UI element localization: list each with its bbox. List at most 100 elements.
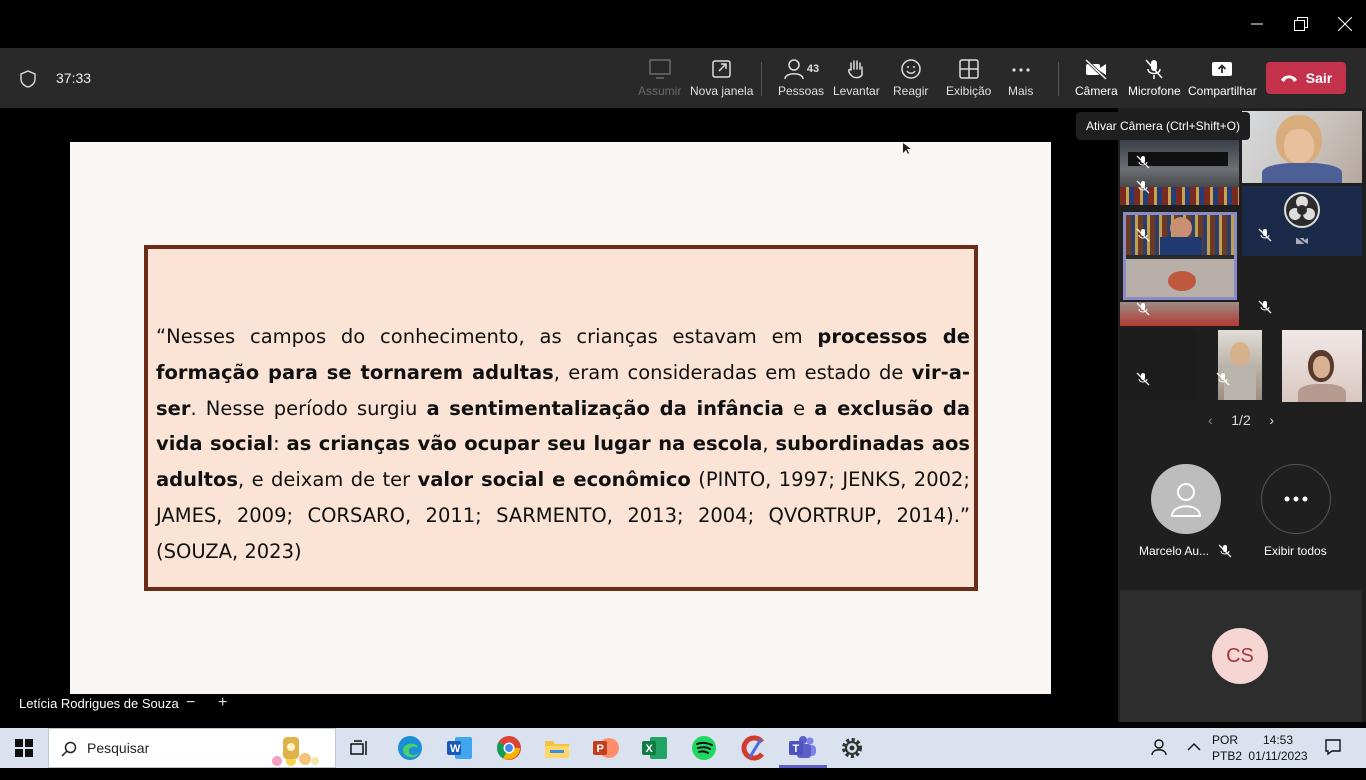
- close-button[interactable]: [1322, 0, 1366, 48]
- react-button[interactable]: Reagir: [893, 58, 928, 102]
- new-window-button[interactable]: Nova janela: [690, 58, 753, 102]
- chevron-up-icon[interactable]: [1186, 740, 1202, 780]
- more-button[interactable]: Mais: [1008, 58, 1033, 102]
- participant-video-tile-active[interactable]: [1123, 212, 1237, 300]
- system-clock[interactable]: 14:53 01/11/2023: [1248, 732, 1308, 772]
- mic-off-icon: [1136, 372, 1150, 386]
- view-label: Exibição: [946, 84, 992, 98]
- participant-tile[interactable]: [1242, 258, 1362, 328]
- teams-icon: T: [789, 735, 816, 758]
- quote-text: ,: [762, 432, 776, 456]
- page-indicator: 1/2: [1231, 412, 1251, 428]
- mic-off-icon: [1216, 372, 1230, 386]
- self-view-tile[interactable]: CS: [1120, 590, 1362, 722]
- ccleaner-app[interactable]: [730, 728, 778, 768]
- powerpoint-app[interactable]: P: [582, 728, 630, 768]
- people-count: 43: [806, 63, 820, 75]
- quote-text: , eram consideradas em estado de: [553, 360, 912, 384]
- people-tray-icon[interactable]: [1150, 738, 1168, 778]
- task-view-button[interactable]: [336, 728, 384, 768]
- camera-off-icon: [1085, 58, 1108, 80]
- start-button[interactable]: [0, 728, 48, 768]
- clock-date: 01/11/2023: [1248, 749, 1308, 763]
- minimize-button[interactable]: [1234, 0, 1280, 48]
- meeting-timer: 37:33: [56, 70, 92, 86]
- zoom-out-button[interactable]: −: [186, 694, 195, 712]
- mic-off-icon: [1258, 228, 1272, 242]
- participant-avatar[interactable]: [1151, 464, 1221, 534]
- keyboard-layout: PTB2: [1212, 749, 1243, 763]
- powerpoint-icon: P: [593, 738, 619, 758]
- next-page-button[interactable]: ›: [1269, 412, 1274, 428]
- raise-hand-label: Levantar: [833, 84, 880, 98]
- participant-video-tile[interactable]: [1242, 111, 1362, 183]
- share-tray-icon: [1212, 62, 1233, 76]
- window-title-bar: [0, 0, 1366, 48]
- leave-button[interactable]: Sair: [1266, 62, 1346, 94]
- take-control-icon: [648, 59, 671, 79]
- participant-tile[interactable]: [1120, 330, 1196, 400]
- raise-hand-icon: [848, 60, 864, 79]
- raise-hand-button[interactable]: Levantar: [833, 58, 880, 102]
- mouse-cursor-icon: [903, 143, 911, 154]
- input-language[interactable]: POR PTB2: [1212, 732, 1242, 772]
- quote-text: :: [273, 432, 287, 456]
- previous-page-button[interactable]: ‹: [1208, 412, 1213, 428]
- camera-button[interactable]: Câmera: [1075, 58, 1118, 102]
- search-icon: [61, 741, 77, 757]
- participant-video-tile[interactable]: [1282, 330, 1362, 402]
- quote-text: e: [783, 396, 815, 420]
- smiley-icon: [900, 59, 921, 79]
- microphone-button[interactable]: Microfone: [1128, 58, 1181, 102]
- show-all-label: Exibir todos: [1264, 544, 1327, 558]
- search-highlight-icon: [272, 737, 319, 766]
- view-button[interactable]: Exibição: [946, 58, 991, 102]
- mic-off-icon: [1136, 180, 1150, 194]
- spotify-icon: [692, 736, 716, 760]
- edge-icon: [398, 736, 422, 760]
- notification-icon[interactable]: [1324, 738, 1342, 778]
- excel-app[interactable]: X: [631, 728, 679, 768]
- layout-grid-icon: [958, 59, 979, 79]
- participant-video-tile[interactable]: [1120, 140, 1239, 205]
- restore-button[interactable]: [1278, 0, 1324, 48]
- more-icon: [1012, 68, 1030, 72]
- taskbar-search[interactable]: Pesquisar: [48, 728, 336, 768]
- mic-off-icon: [1136, 302, 1150, 316]
- mic-off-icon: [1136, 228, 1150, 242]
- windows-taskbar: Pesquisar W P X T POR PTB2 14:53 01/11/2…: [0, 728, 1366, 768]
- leave-label: Sair: [1305, 70, 1333, 86]
- word-app[interactable]: W: [436, 728, 484, 768]
- mic-off-icon: [1218, 544, 1232, 558]
- obs-logo-icon: [1284, 192, 1320, 228]
- ccleaner-icon: [741, 735, 764, 761]
- share-label: Compartilhar: [1188, 84, 1257, 98]
- svg-text:T: T: [793, 743, 800, 755]
- settings-app[interactable]: [828, 728, 876, 768]
- svg-text:W: W: [450, 743, 461, 755]
- people-icon: [784, 59, 804, 80]
- shield-icon[interactable]: [20, 70, 36, 88]
- toolbar-divider: [761, 62, 762, 96]
- chrome-icon: [496, 736, 521, 760]
- windows-logo-icon: [15, 739, 33, 757]
- assumir-button[interactable]: Assumir: [638, 58, 681, 102]
- pop-out-icon: [711, 60, 731, 78]
- chrome-app[interactable]: [485, 728, 533, 768]
- edge-app[interactable]: [386, 728, 434, 768]
- hang-up-icon: [1280, 75, 1297, 82]
- zoom-in-button[interactable]: +: [218, 694, 227, 712]
- microphone-label: Microfone: [1128, 84, 1181, 98]
- presenter-name: Letícia Rodrigues de Souza: [19, 696, 179, 711]
- restore-icon: [1294, 17, 1308, 31]
- file-explorer-app[interactable]: [533, 728, 581, 768]
- people-button[interactable]: 43 Pessoas: [778, 58, 824, 102]
- camera-label: Câmera: [1075, 84, 1118, 98]
- toolbar-divider: [1058, 62, 1059, 96]
- slide-quote: “Nesses campos do conhecimento, as crian…: [156, 319, 970, 570]
- participant-video-tile[interactable]: [1218, 330, 1262, 400]
- share-button[interactable]: Compartilhar: [1188, 58, 1257, 102]
- show-all-button[interactable]: [1261, 464, 1331, 534]
- spotify-app[interactable]: [680, 728, 728, 768]
- teams-app[interactable]: T: [779, 728, 827, 768]
